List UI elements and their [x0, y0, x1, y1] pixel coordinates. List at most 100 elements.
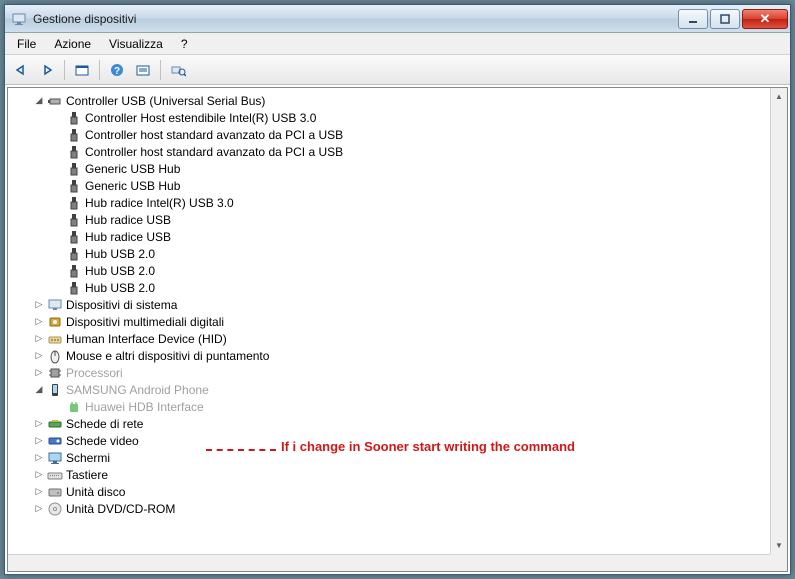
- tree-node-label: Huawei HDB Interface: [85, 400, 204, 414]
- tree-node-dvd[interactable]: ▷Unità DVD/CD-ROM: [8, 500, 770, 517]
- collapse-icon[interactable]: ◢: [31, 93, 47, 109]
- video-icon: [47, 433, 63, 449]
- horizontal-scrollbar[interactable]: [8, 554, 770, 571]
- tree-node-usb-7[interactable]: Hub radice USB: [8, 228, 770, 245]
- usb-icon: [66, 161, 82, 177]
- tree-node-label: Human Interface Device (HID): [66, 332, 227, 346]
- tree-node-label: Schermi: [66, 451, 110, 465]
- tree-node-label: Controller USB (Universal Serial Bus): [66, 94, 265, 108]
- usb-icon: [66, 178, 82, 194]
- expand-icon[interactable]: ▷: [31, 450, 47, 466]
- window-title: Gestione dispositivi: [33, 12, 676, 26]
- network-icon: [47, 416, 63, 432]
- back-button[interactable]: [9, 58, 33, 82]
- expand-icon[interactable]: ▷: [31, 365, 47, 381]
- tree-node-multimedia[interactable]: ▷ Dispositivi multimediali digitali: [8, 313, 770, 330]
- tree-node-disk[interactable]: ▷ Unità disco: [8, 483, 770, 500]
- toolbar-separator: [160, 60, 161, 80]
- toolbar: ?: [5, 55, 790, 85]
- tree-node-usb-9[interactable]: Hub USB 2.0: [8, 262, 770, 279]
- menu-file[interactable]: File: [9, 35, 44, 53]
- tree-node-usb-0[interactable]: Controller Host estendibile Intel(R) USB…: [8, 109, 770, 126]
- tree-node-label: SAMSUNG Android Phone: [66, 383, 209, 397]
- tree-node-label: Generic USB Hub: [85, 179, 180, 193]
- maximize-button[interactable]: [710, 9, 740, 29]
- expand-icon[interactable]: ▷: [31, 433, 47, 449]
- window-buttons: ✕: [676, 9, 788, 29]
- scroll-up-icon[interactable]: ▲: [771, 88, 787, 105]
- usb-icon: [66, 280, 82, 296]
- scroll-down-icon[interactable]: ▼: [771, 537, 787, 554]
- device-manager-window: Gestione dispositivi ✕ File Azione Visua…: [4, 4, 791, 575]
- scan-button[interactable]: [166, 58, 190, 82]
- annotation-text: If i change in Sooner start writing the …: [281, 439, 581, 456]
- titlebar[interactable]: Gestione dispositivi ✕: [5, 5, 790, 33]
- menu-view[interactable]: Visualizza: [101, 35, 171, 53]
- tree-node-label: Dispositivi multimediali digitali: [66, 315, 224, 329]
- android-icon: [66, 399, 82, 415]
- monitor-icon: [47, 450, 63, 466]
- disk-icon: [47, 484, 63, 500]
- tree-node-label: Unità disco: [66, 485, 125, 499]
- tree-node-usb-2[interactable]: Controller host standard avanzato da PCI…: [8, 143, 770, 160]
- processor-icon: [47, 365, 63, 381]
- usb-icon: [66, 229, 82, 245]
- svg-text:?: ?: [114, 66, 120, 77]
- hid-icon: [47, 331, 63, 347]
- tree-node-label: Hub USB 2.0: [85, 247, 155, 261]
- expand-icon[interactable]: ▷: [31, 297, 47, 313]
- help-button[interactable]: ?: [105, 58, 129, 82]
- collapse-icon[interactable]: ◢: [31, 382, 47, 398]
- toolbar-separator: [99, 60, 100, 80]
- tree-node-usb-10[interactable]: Hub USB 2.0: [8, 279, 770, 296]
- tree-node-label: Processori: [66, 366, 123, 380]
- tree-node-usb-6[interactable]: Hub radice USB: [8, 211, 770, 228]
- tree-node-label: Mouse e altri dispositivi di puntamento: [66, 349, 269, 363]
- tree-node-huawei-hdb[interactable]: Huawei HDB Interface: [8, 398, 770, 415]
- tree-node-label: Hub radice USB: [85, 230, 171, 244]
- expand-icon[interactable]: ▷: [31, 416, 47, 432]
- tree-node-processors[interactable]: ▷ Processori: [8, 364, 770, 381]
- tree-node-usb-4[interactable]: Generic USB Hub: [8, 177, 770, 194]
- tree-node-usb-controller[interactable]: ◢ Controller USB (Universal Serial Bus): [8, 92, 770, 109]
- dvd-icon: [47, 501, 63, 517]
- tree-node-usb-8[interactable]: Hub USB 2.0: [8, 245, 770, 262]
- vertical-scrollbar[interactable]: ▲ ▼: [770, 88, 787, 554]
- tree-node-label: Tastiere: [66, 468, 108, 482]
- expand-icon[interactable]: ▷: [31, 331, 47, 347]
- expand-icon[interactable]: ▷: [31, 467, 47, 483]
- multimedia-icon: [47, 314, 63, 330]
- expand-icon[interactable]: ▷: [31, 484, 47, 500]
- properties-button[interactable]: [131, 58, 155, 82]
- system-icon: [47, 297, 63, 313]
- tree-node-label: Controller host standard avanzato da PCI…: [85, 145, 343, 159]
- menu-help[interactable]: ?: [173, 35, 196, 53]
- tree-node-usb-1[interactable]: Controller host standard avanzato da PCI…: [8, 126, 770, 143]
- tree-node-usb-5[interactable]: Hub radice Intel(R) USB 3.0: [8, 194, 770, 211]
- usb-icon: [66, 195, 82, 211]
- show-hidden-button[interactable]: [70, 58, 94, 82]
- minimize-button[interactable]: [678, 9, 708, 29]
- tree-node-mouse[interactable]: ▷ Mouse e altri dispositivi di puntamento: [8, 347, 770, 364]
- expand-icon[interactable]: ▷: [31, 348, 47, 364]
- expand-icon[interactable]: ▷: [31, 314, 47, 330]
- close-button[interactable]: ✕: [742, 9, 788, 29]
- tree-node-keyboards[interactable]: ▷ Tastiere: [8, 466, 770, 483]
- tree-scroll[interactable]: ◢Controller USB (Universal Serial Bus)Co…: [8, 88, 770, 554]
- usb-icon: [66, 212, 82, 228]
- usb-icon: [66, 246, 82, 262]
- menubar: File Azione Visualizza ?: [5, 33, 790, 55]
- forward-button[interactable]: [35, 58, 59, 82]
- tree-node-samsung[interactable]: ◢ SAMSUNG Android Phone: [8, 381, 770, 398]
- tree-node-usb-3[interactable]: Generic USB Hub: [8, 160, 770, 177]
- menu-action[interactable]: Azione: [46, 35, 99, 53]
- tree-node-system-devices[interactable]: ▷ Dispositivi di sistema: [8, 296, 770, 313]
- tree-node-label: Hub USB 2.0: [85, 281, 155, 295]
- annotation-arrow: [206, 449, 276, 451]
- tree-node-label: Dispositivi di sistema: [66, 298, 177, 312]
- tree-node-hid[interactable]: ▷ Human Interface Device (HID): [8, 330, 770, 347]
- usb-controller-icon: [47, 93, 63, 109]
- tree-node-label: Hub radice Intel(R) USB 3.0: [85, 196, 234, 210]
- tree-node-network[interactable]: ▷Schede di rete: [8, 415, 770, 432]
- expand-icon[interactable]: ▷: [31, 501, 47, 517]
